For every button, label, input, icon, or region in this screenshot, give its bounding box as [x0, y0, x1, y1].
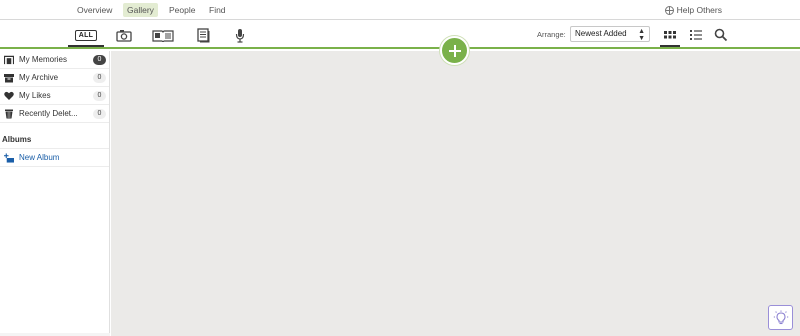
- trash-icon: [5, 109, 13, 118]
- memories-icon: [4, 55, 14, 64]
- arrange-label: Arrange:: [537, 30, 566, 39]
- count-badge: 0: [93, 73, 106, 83]
- search-button[interactable]: [713, 27, 729, 43]
- heart-icon: [4, 91, 14, 100]
- arrange-value: Newest Added: [575, 29, 627, 38]
- toolbar: ALL Arrange: Newest Added ▲ ▼: [0, 20, 800, 49]
- feedback-button[interactable]: [768, 305, 793, 330]
- tab-find[interactable]: Find: [205, 3, 230, 17]
- filter-audio-button[interactable]: [232, 25, 248, 45]
- arrange-select[interactable]: Newest Added ▲ ▼: [570, 26, 650, 42]
- tab-people[interactable]: People: [165, 3, 199, 17]
- filter-stories-button[interactable]: [151, 25, 175, 45]
- camera-icon: [116, 29, 132, 42]
- albums-heading: Albums: [0, 131, 109, 149]
- lightbulb-icon: [773, 310, 788, 324]
- count-badge: 0: [93, 91, 106, 101]
- book-icon: [152, 29, 174, 42]
- filter-photos-button[interactable]: [114, 25, 134, 45]
- add-memory-button[interactable]: [440, 36, 469, 65]
- new-album-icon: [4, 152, 14, 163]
- sidebar-item-recently-deleted[interactable]: Recently Delet... 0: [0, 105, 109, 123]
- search-icon: [714, 28, 728, 42]
- sidebar-item-my-memories[interactable]: My Memories 0: [0, 51, 109, 69]
- microphone-icon: [235, 28, 245, 43]
- gallery-content-area: [111, 51, 800, 336]
- list-view-button[interactable]: [688, 27, 704, 43]
- count-badge: 0: [93, 55, 106, 65]
- sidebar: My Memories 0 My Archive 0 My Likes 0 Re…: [0, 51, 110, 336]
- new-album-button[interactable]: New Album: [0, 149, 109, 167]
- tab-gallery[interactable]: Gallery: [123, 3, 158, 17]
- help-icon: [664, 5, 674, 15]
- help-others-link[interactable]: Help Others: [664, 3, 722, 17]
- sidebar-item-my-likes[interactable]: My Likes 0: [0, 87, 109, 105]
- list-icon: [690, 30, 702, 40]
- top-navigation: Overview Gallery People Find Help Others: [0, 0, 800, 20]
- new-album-label: New Album: [19, 153, 60, 162]
- count-badge: 0: [93, 109, 106, 119]
- filter-documents-button[interactable]: [194, 25, 212, 45]
- select-caret-icon: ▲ ▼: [638, 28, 645, 42]
- filter-all-label: ALL: [74, 29, 98, 41]
- sidebar-item-my-archive[interactable]: My Archive 0: [0, 69, 109, 87]
- archive-icon: [4, 73, 14, 82]
- document-icon: [196, 27, 209, 42]
- grid-icon: [664, 31, 676, 39]
- help-others-label: Help Others: [676, 5, 722, 15]
- filter-all-button[interactable]: ALL: [68, 25, 104, 47]
- tab-overview[interactable]: Overview: [73, 3, 116, 17]
- grid-view-button[interactable]: [660, 27, 680, 47]
